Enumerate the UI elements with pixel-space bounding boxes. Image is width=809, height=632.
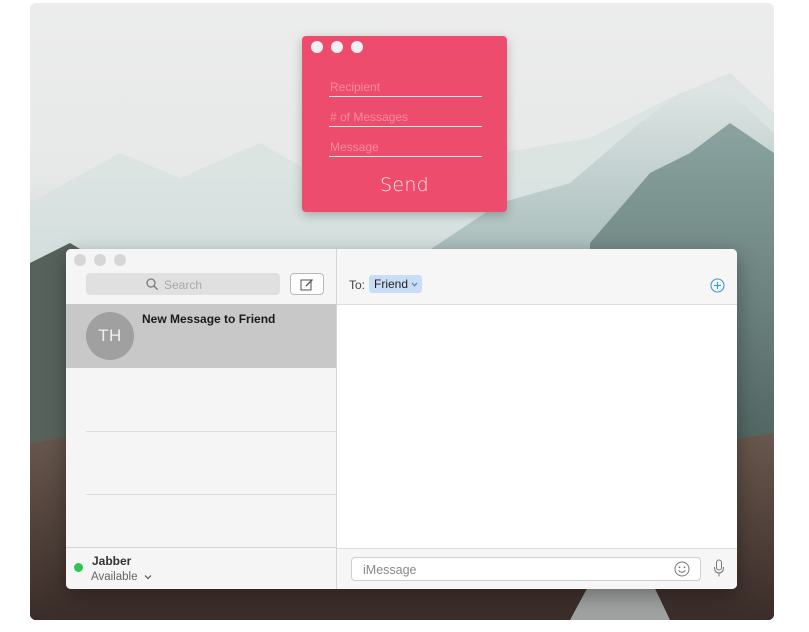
conversation-item[interactable]: TH New Message to Friend <box>66 304 336 368</box>
message-count-field[interactable] <box>329 108 482 127</box>
message-field[interactable] <box>329 138 482 157</box>
compose-icon <box>300 278 313 290</box>
recipient-bar: To: Friend <box>337 249 737 305</box>
zoom-window-button[interactable] <box>351 41 363 53</box>
close-window-button[interactable] <box>74 254 86 266</box>
microphone-icon[interactable] <box>713 559 725 578</box>
send-button[interactable]: Send <box>302 174 507 196</box>
recipient-name: Friend <box>374 277 409 291</box>
list-divider <box>86 431 336 432</box>
availability-selector[interactable]: Available <box>91 571 152 583</box>
message-compose-bar <box>337 548 737 589</box>
minimize-window-button[interactable] <box>94 254 106 266</box>
recipient-field[interactable] <box>329 78 482 97</box>
messages-window: TH New Message to Friend Jabber Availabl… <box>66 249 737 589</box>
window-controls <box>74 254 126 266</box>
avatar: TH <box>86 312 134 360</box>
recipient-token[interactable]: Friend <box>369 275 423 293</box>
conversation-sidebar: TH New Message to Friend Jabber Availabl… <box>66 249 337 589</box>
imessage-input[interactable] <box>361 561 665 579</box>
conversation-pane: To: Friend <box>337 249 737 589</box>
minimize-window-button[interactable] <box>331 41 343 53</box>
emoji-icon[interactable] <box>674 561 690 577</box>
close-window-button[interactable] <box>311 41 323 53</box>
add-contact-icon[interactable] <box>710 278 725 293</box>
search-box[interactable] <box>86 273 280 295</box>
conversation-title: New Message to Friend <box>142 312 276 326</box>
message-sender-window: Send <box>302 36 507 212</box>
to-label: To: <box>349 278 366 292</box>
list-divider <box>86 494 336 495</box>
account-name: Jabber <box>92 554 132 568</box>
imessage-field-box[interactable] <box>351 557 701 581</box>
status-indicator <box>74 563 83 572</box>
chevron-down-icon <box>144 575 152 580</box>
account-status-bar: Jabber Available <box>66 547 336 589</box>
chevron-down-icon <box>411 282 418 287</box>
zoom-window-button[interactable] <box>114 254 126 266</box>
availability-label: Available <box>91 571 138 583</box>
compose-button[interactable] <box>290 273 324 295</box>
search-input[interactable] <box>162 276 276 293</box>
search-icon <box>146 278 158 290</box>
window-controls <box>311 41 363 53</box>
